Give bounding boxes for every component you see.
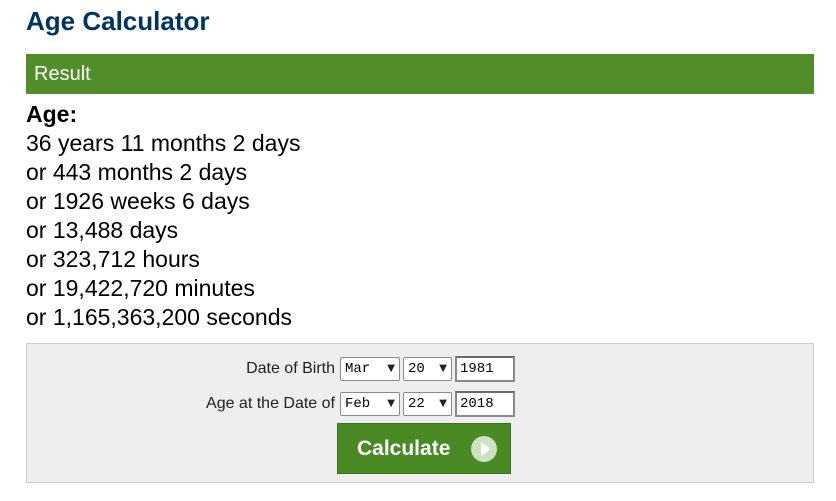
calculate-label: Calculate	[357, 437, 451, 460]
calculate-button[interactable]: Calculate	[337, 423, 511, 474]
dob-month-select[interactable]: Mar ▼	[340, 357, 400, 381]
chevron-down-icon: ▼	[439, 398, 447, 409]
dob-row: Date of Birth Mar ▼ 20 ▼ 1981	[27, 356, 813, 382]
dob-day-select[interactable]: 20 ▼	[403, 357, 452, 381]
result-body: Age: 36 years 11 months 2 days or 443 mo…	[26, 100, 814, 332]
age-at-label: Age at the Date of	[206, 395, 335, 412]
result-line: or 443 months 2 days	[26, 159, 248, 185]
result-line: or 19,422,720 minutes	[26, 275, 255, 301]
result-header: Result	[26, 54, 814, 94]
age-at-year-input[interactable]: 2018	[455, 391, 515, 417]
chevron-down-icon: ▼	[387, 398, 395, 409]
result-line: or 13,488 days	[26, 217, 179, 243]
result-line: or 1926 weeks 6 days	[26, 188, 250, 214]
result-line: or 1,165,363,200 seconds	[26, 304, 292, 330]
page-title: Age Calculator	[26, 6, 210, 36]
chevron-down-icon: ▼	[387, 363, 395, 374]
dob-day-value: 20	[408, 361, 425, 377]
result-line: or 323,712 hours	[26, 246, 200, 272]
dob-year-input[interactable]: 1981	[455, 356, 515, 382]
age-at-month-value: Feb	[345, 396, 371, 412]
age-label: Age:	[26, 101, 78, 127]
result-line: 36 years 11 months 2 days	[26, 130, 301, 156]
age-at-day-select[interactable]: 22 ▼	[403, 392, 452, 416]
calculator-form: Date of Birth Mar ▼ 20 ▼ 1981 Age at the…	[26, 343, 814, 483]
age-at-month-select[interactable]: Feb ▼	[340, 392, 400, 416]
chevron-down-icon: ▼	[439, 363, 447, 374]
dob-month-value: Mar	[345, 361, 371, 377]
dob-label: Date of Birth	[246, 360, 335, 377]
age-at-day-value: 22	[408, 396, 425, 412]
play-circle-icon	[471, 436, 497, 462]
age-at-row: Age at the Date of Feb ▼ 22 ▼ 2018	[27, 391, 813, 417]
